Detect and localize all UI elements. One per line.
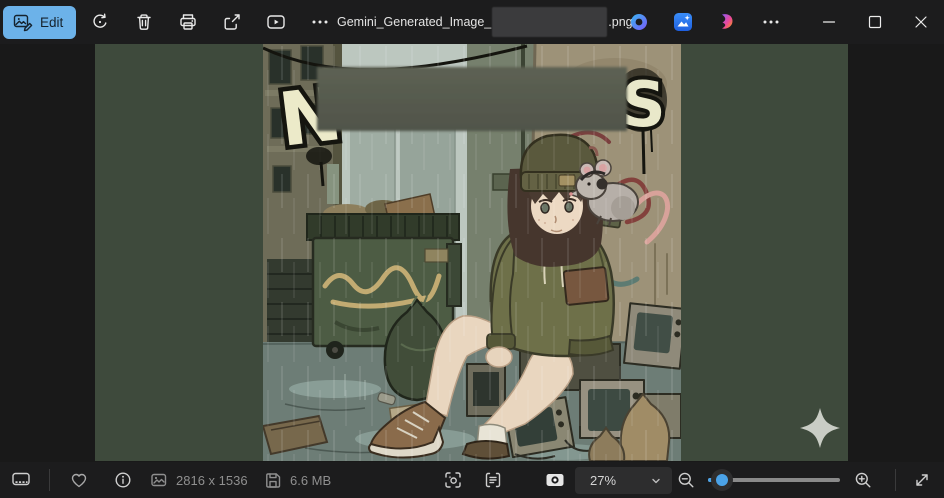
zoom-level-dropdown[interactable]: 27%: [575, 467, 672, 494]
text-extract-icon: [484, 471, 502, 489]
zoom-in-button[interactable]: [849, 466, 877, 494]
statusbar: 2816 x 1536 6.6 MB 27%: [0, 462, 944, 498]
zoom-out-button[interactable]: [672, 466, 700, 494]
edit-button[interactable]: Edit: [3, 6, 76, 39]
slideshow-icon: [266, 12, 286, 32]
zoom-in-icon: [854, 471, 872, 489]
zoom-level-value: 27%: [590, 473, 616, 488]
info-icon: [114, 471, 132, 489]
visual-search-button[interactable]: [439, 466, 467, 494]
dimensions-value: 2816 x 1536: [176, 473, 248, 488]
zoom-out-icon: [677, 471, 695, 489]
edit-image-icon: [13, 12, 33, 32]
maximize-icon: [865, 12, 885, 32]
minimize-icon: [819, 12, 839, 32]
share-button[interactable]: [212, 5, 252, 39]
image-dimensions: 2816 x 1536: [150, 462, 248, 498]
designer-button[interactable]: [707, 5, 747, 39]
ellipsis-icon: [310, 12, 330, 32]
ellipsis-icon: [761, 12, 781, 32]
file-size: 6.6 MB: [264, 462, 331, 498]
minimize-button[interactable]: [806, 0, 852, 44]
heart-icon: [70, 471, 88, 489]
focus-view-icon: [546, 471, 564, 489]
save-icon: [264, 471, 282, 489]
fullscreen-button[interactable]: [908, 466, 936, 494]
focus-view-button[interactable]: [541, 466, 569, 494]
more-options-button[interactable]: [300, 5, 340, 39]
statusbar-divider: [49, 469, 50, 491]
statusbar-divider: [895, 469, 896, 491]
info-button[interactable]: [109, 466, 137, 494]
visual-search-icon: [444, 471, 462, 489]
alley-illustration: N S: [95, 44, 848, 461]
copilot-icon: [629, 12, 649, 32]
image-redaction-box: [317, 67, 627, 131]
filename: Gemini_Generated_Image_ .png: [337, 0, 633, 44]
chevron-down-icon: [650, 475, 662, 487]
printer-icon: [178, 12, 198, 32]
edit-button-label: Edit: [40, 15, 63, 30]
zoom-slider[interactable]: [706, 462, 842, 498]
share-icon: [222, 12, 242, 32]
photos-app-window: Edit Gemini_Generated_Image_ .png: [0, 0, 944, 498]
rotate-icon: [90, 12, 110, 32]
fullscreen-icon: [913, 471, 931, 489]
designer-icon: [717, 12, 737, 32]
favorite-button[interactable]: [65, 466, 93, 494]
rotate-button[interactable]: [80, 5, 120, 39]
image-viewport[interactable]: N S: [0, 44, 944, 462]
close-button[interactable]: [898, 0, 944, 44]
trash-icon: [134, 12, 154, 32]
maximize-button[interactable]: [852, 0, 898, 44]
filmstrip-icon: [12, 471, 30, 489]
file-size-value: 6.6 MB: [290, 473, 331, 488]
copilot-button[interactable]: [619, 5, 659, 39]
ai-image-icon: [673, 12, 693, 32]
text-actions-button[interactable]: [479, 466, 507, 494]
zoom-slider-thumb[interactable]: [716, 474, 728, 486]
filename-prefix: Gemini_Generated_Image_: [337, 15, 491, 29]
titlebar: Edit Gemini_Generated_Image_ .png: [0, 0, 944, 44]
ai-image-edit-button[interactable]: [663, 5, 703, 39]
filmstrip-toggle-button[interactable]: [7, 466, 35, 494]
close-icon: [911, 12, 931, 32]
filename-redaction: [492, 7, 607, 37]
dimensions-icon: [150, 471, 168, 489]
print-button[interactable]: [168, 5, 208, 39]
slideshow-button[interactable]: [256, 5, 296, 39]
more-apps-button[interactable]: [751, 5, 791, 39]
delete-button[interactable]: [124, 5, 164, 39]
